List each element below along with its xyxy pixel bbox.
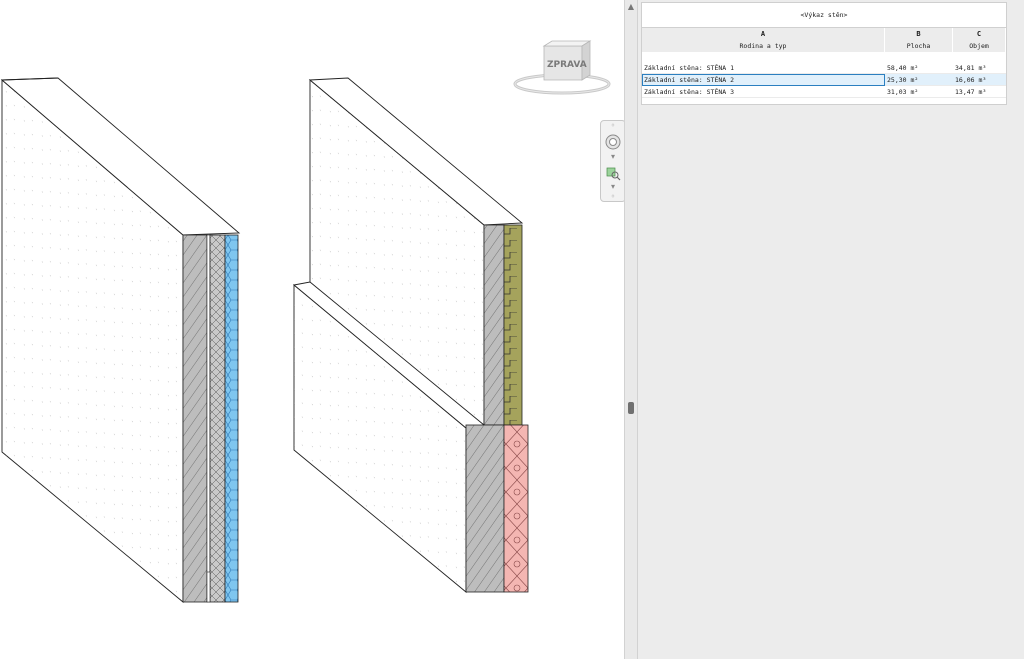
schedule-title[interactable]: <Výkaz stěn> [642, 3, 1006, 28]
header-spacer [642, 52, 1006, 62]
navbar-close-icon[interactable]: ◦ [604, 121, 622, 130]
column-header-area[interactable]: Plocha [885, 40, 953, 52]
family-type-cell[interactable]: Základní stěna: STĚNA 3 [642, 86, 885, 98]
family-type-cell[interactable]: Základní stěna: STĚNA 2 [642, 74, 885, 86]
splitter-grip[interactable] [628, 402, 634, 414]
view-splitter[interactable]: ▲ [624, 0, 638, 659]
column-letter-a[interactable]: A [642, 28, 885, 40]
volume-cell[interactable]: 16,06 m³ [953, 74, 1006, 86]
area-cell[interactable]: 31,03 m² [885, 86, 953, 98]
navigation-bar: ◦ ▾ ▾ ◦ [600, 120, 624, 202]
zoom-dropdown-icon[interactable]: ▾ [604, 182, 622, 191]
volume-cell[interactable]: 34,81 m³ [953, 62, 1006, 74]
scroll-up-icon[interactable]: ▲ [626, 1, 636, 12]
column-letter-b[interactable]: B [885, 28, 953, 40]
column-header-family-type[interactable]: Rodina a typ [642, 40, 885, 52]
table-row-selected[interactable]: Základní stěna: STĚNA 2 25,30 m² 16,06 m… [642, 74, 1006, 86]
wall-schedule-table: <Výkaz stěn> A B C Rodina a typ Plocha O… [641, 2, 1007, 105]
viewcube-face-label[interactable]: ZPRAVA [547, 60, 587, 70]
volume-cell[interactable]: 13,47 m³ [953, 86, 1006, 98]
wall-1[interactable] [0, 77, 241, 603]
area-cell[interactable]: 25,30 m² [885, 74, 953, 86]
view-cube[interactable]: ZPRAVA [512, 40, 612, 102]
wheel-dropdown-icon[interactable]: ▾ [604, 152, 622, 161]
table-end [642, 98, 1006, 104]
table-row[interactable]: Základní stěna: STĚNA 1 58,40 m² 34,81 m… [642, 62, 1006, 74]
3d-viewport[interactable]: ZPRAVA ◦ ▾ ▾ ◦ [0, 0, 624, 659]
area-cell[interactable]: 58,40 m² [885, 62, 953, 74]
table-row[interactable]: Základní stěna: STĚNA 3 31,03 m² 13,47 m… [642, 86, 1006, 98]
column-letter-c[interactable]: C [953, 28, 1006, 40]
column-header-volume[interactable]: Objem [953, 40, 1006, 52]
column-letter-row: A B C [642, 28, 1006, 40]
steering-wheel-icon[interactable] [604, 133, 622, 153]
family-type-cell[interactable]: Základní stěna: STĚNA 1 [642, 62, 885, 74]
column-header-row: Rodina a typ Plocha Objem [642, 40, 1006, 52]
navbar-options-icon[interactable]: ◦ [604, 192, 622, 201]
schedule-pane: <Výkaz stěn> A B C Rodina a typ Plocha O… [638, 0, 1024, 659]
zoom-icon[interactable] [604, 165, 622, 183]
